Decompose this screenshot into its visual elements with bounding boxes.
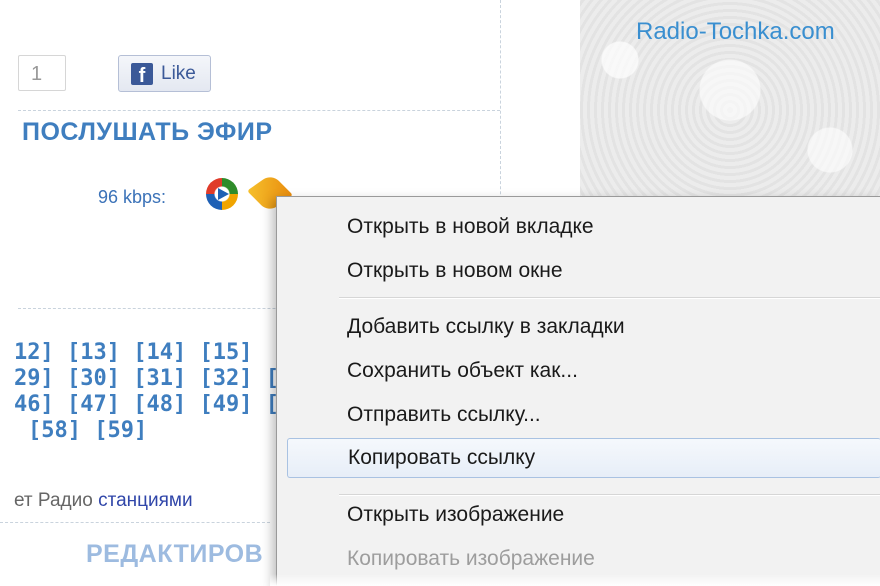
page-link[interactable]: 29] (14, 366, 54, 391)
listen-heading: ПОСЛУШАТЬ ЭФИР (22, 118, 273, 146)
menu-item-open-new-window[interactable]: Открыть в новом окне (287, 251, 880, 291)
page-link[interactable]: [49] (199, 392, 252, 417)
menu-item-open-new-tab[interactable]: Открыть в новой вкладке (287, 207, 880, 247)
stations-prefix: ет Радио (14, 490, 99, 511)
page-link[interactable]: [15] (199, 340, 252, 365)
page-link[interactable]: 12] (14, 340, 54, 365)
page-link[interactable]: [59] (94, 418, 147, 443)
site-watermark: Radio-Tochka.com (636, 18, 835, 45)
pagination: 12] [13] [14] [15] 29] [30] [31] [32] [ … (14, 340, 279, 444)
edit-heading: РЕДАКТИРОВ (86, 540, 264, 568)
facebook-icon: f (131, 62, 153, 85)
divider (0, 522, 270, 523)
context-menu: Открыть в новой вкладке Открыть в новом … (276, 196, 880, 586)
menu-item-bookmark-link[interactable]: Добавить ссылку в закладки (287, 307, 880, 347)
menu-item-copy-link[interactable]: Копировать ссылку (287, 438, 880, 478)
page-link[interactable]: [48] (133, 392, 186, 417)
like-count: 1 (18, 55, 66, 91)
divider (18, 110, 500, 111)
facebook-like-button[interactable]: f Like (118, 55, 211, 92)
fade-overlay (270, 574, 880, 586)
menu-separator (339, 297, 880, 299)
menu-item-open-image[interactable]: Открыть изображение (287, 495, 880, 535)
menu-item-save-as[interactable]: Сохранить объект как... (287, 351, 880, 391)
stations-text: ет Радио станциями (14, 490, 193, 512)
pagination-row: 29] [30] [31] [32] [ (14, 366, 279, 392)
stations-link[interactable]: станциями (98, 490, 193, 511)
page-link[interactable]: [58] (28, 418, 81, 443)
page-link[interactable]: [13] (67, 340, 120, 365)
pagination-row: [58] [59] (14, 418, 279, 444)
menu-item-send-link[interactable]: Отправить ссылку... (287, 395, 880, 435)
page-link[interactable]: [30] (67, 366, 120, 391)
page-link[interactable]: [14] (133, 340, 186, 365)
pagination-row: 46] [47] [48] [49] [ (14, 392, 279, 418)
menu-item-copy-image: Копировать изображение (347, 547, 595, 570)
windows-media-player-icon[interactable] (206, 178, 238, 210)
like-label: Like (161, 62, 196, 84)
bitrate-label: 96 kbps: (98, 187, 167, 207)
pagination-row: 12] [13] [14] [15] (14, 340, 279, 366)
page-link[interactable]: 46] (14, 392, 54, 417)
page-link[interactable]: [31] (133, 366, 186, 391)
page-link[interactable]: [47] (67, 392, 120, 417)
page-link[interactable]: [32] (199, 366, 252, 391)
